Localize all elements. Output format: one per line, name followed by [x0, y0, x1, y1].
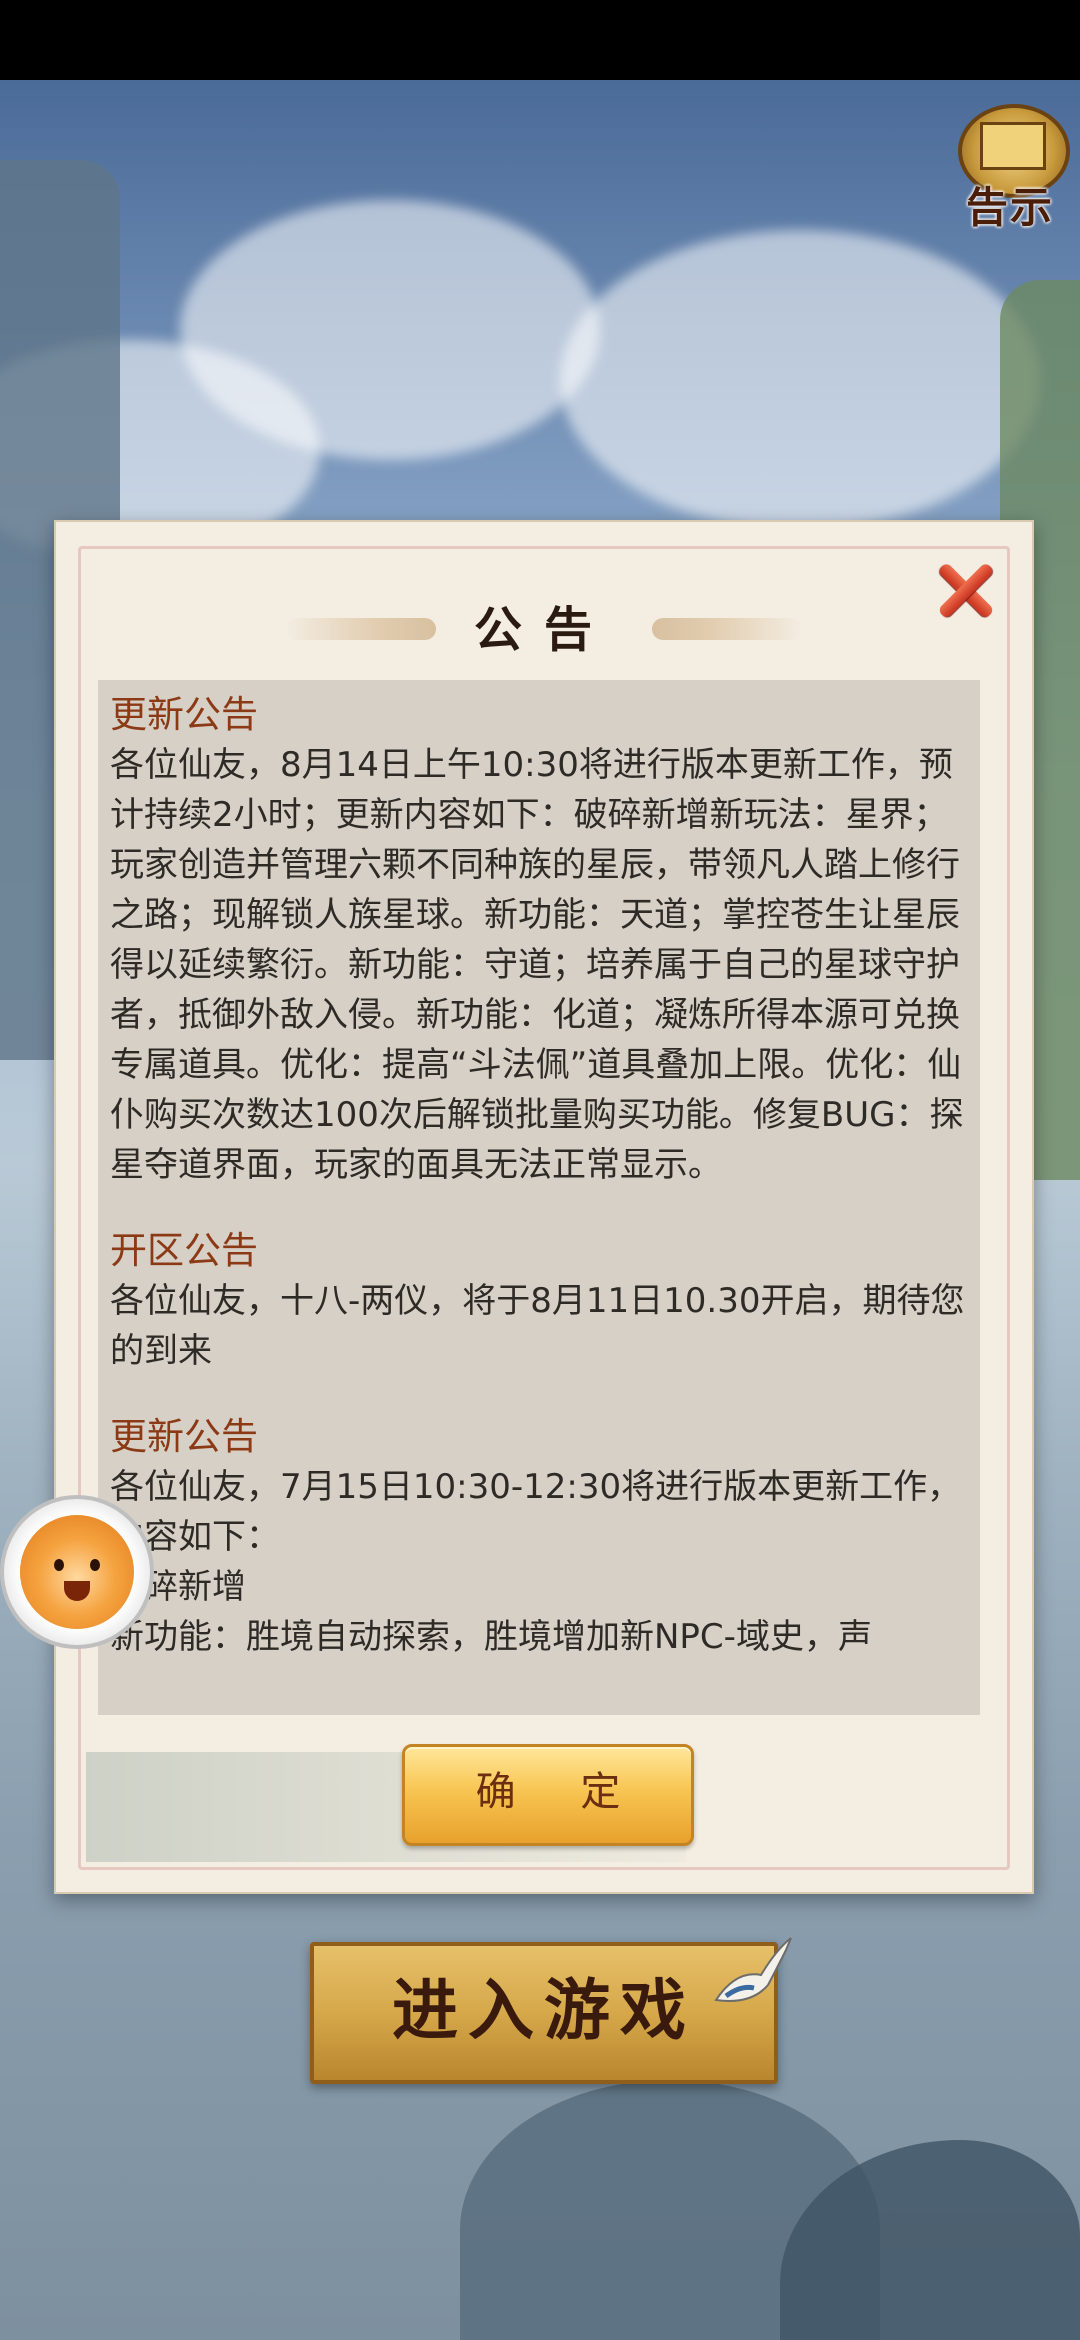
section-heading: 更新公告: [110, 1415, 258, 1458]
cloud: [560, 230, 1040, 530]
enter-game-label: 进入游戏: [392, 1971, 696, 2049]
announcement-scroll-area[interactable]: 更新公告 各位仙友，8月14日上午10:30将进行版本更新工作，预计持续2小时；…: [98, 680, 980, 1715]
crane-icon: [714, 1937, 792, 2002]
section-body: 各位仙友，7月15日10:30-12:30将进行版本更新工作，内容如下：: [110, 1467, 962, 1557]
dialog-header: 公告: [56, 582, 1032, 672]
notice-board-label: 告示: [965, 183, 1054, 232]
lion-mascot-icon: [20, 1515, 134, 1629]
section-heading: 更新公告: [110, 693, 258, 736]
section-body-line: 新功能：胜境自动探索，胜境增加新NPC-域史，声: [110, 1617, 872, 1657]
section-body-line: 破碎新增: [110, 1567, 246, 1607]
confirm-button[interactable]: 确 定: [402, 1744, 694, 1846]
mascot-mouth: [64, 1581, 90, 1601]
section-body: 各位仙友，十八-两仪，将于8月11日10.30开启，期待您的到来: [110, 1281, 965, 1371]
notice-board-frame: [980, 122, 1046, 170]
confirm-button-label: 确 定: [475, 1769, 647, 1815]
dialog-title: 公告: [473, 602, 614, 658]
notice-board-icon[interactable]: 告示: [950, 100, 1070, 232]
mascot-eye: [90, 1559, 100, 1571]
section-body: 各位仙友，8月14日上午10:30将进行版本更新工作，预计持续2小时；更新内容如…: [110, 745, 964, 1185]
section-heading: 开区公告: [110, 1229, 258, 1272]
status-bar: [0, 0, 1080, 80]
announcement-dialog: 公告 更新公告 各位仙友，8月14日上午10:30将进行版本更新工作，预计持续2…: [54, 520, 1034, 1894]
mascot-avatar-button[interactable]: [0, 1495, 154, 1649]
close-icon[interactable]: [926, 550, 1006, 630]
mascot-eye: [54, 1559, 64, 1571]
announcement-content: 更新公告 各位仙友，8月14日上午10:30将进行版本更新工作，预计持续2小时；…: [110, 680, 980, 1662]
